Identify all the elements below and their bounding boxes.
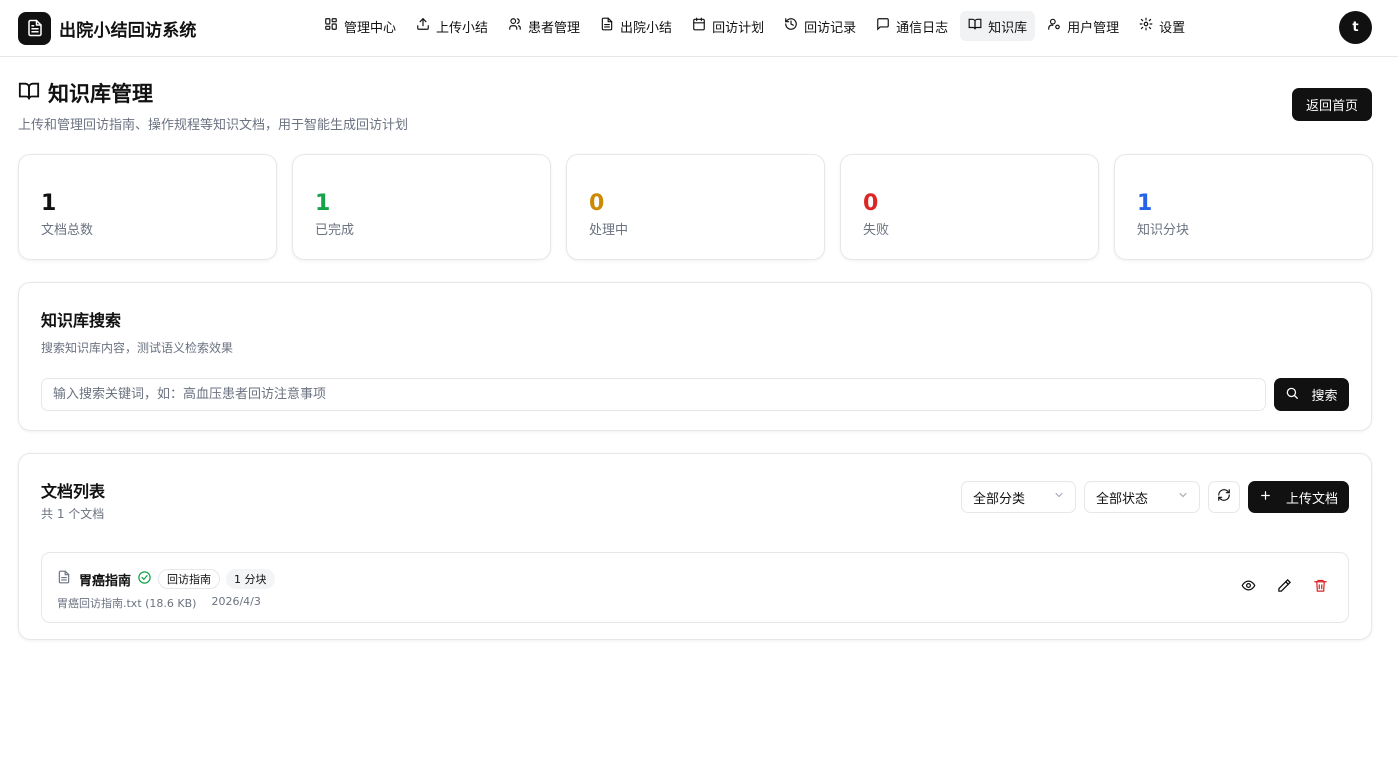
nav-item-label: 设置 [1159,20,1186,36]
stat-value: 1 [315,191,331,216]
search-card-description: 搜索知识库内容，测试语义检索效果 [41,341,234,355]
brand[interactable]: 出院小结回访系统 [18,11,197,45]
nav-item-label: 出院小结 [620,20,673,36]
stat-card-failed: 0 失败 [840,154,1099,260]
document-list-card: 文档列表 共 1 个文档 全部分类 全部状态 上传文档 胃癌指南 回访指南 1 … [18,453,1372,640]
back-home-button[interactable]: 返回首页 [1291,88,1372,121]
nav-item-discharge-summary[interactable]: 出院小结 [592,11,680,41]
document-file-info: 胃癌回访指南.txt (18.6 KB) [57,597,197,610]
app-logo-icon [18,11,51,45]
stat-label: 失败 [863,223,890,238]
category-tag: 回访指南 [158,569,221,589]
category-filter-select[interactable]: 全部分类 [961,481,1076,513]
stat-label: 文档总数 [41,223,94,238]
page-subtitle: 上传和管理回访指南、操作规程等知识文档，用于智能生成回访计划 [18,118,409,133]
app-title: 出院小结回访系统 [59,20,197,41]
stat-value: 1 [41,191,57,216]
upload-icon [416,17,430,35]
nav-item-upload[interactable]: 上传小结 [408,11,496,41]
nav-item-label: 患者管理 [528,20,581,36]
nav-item-followup-plan[interactable]: 回访计划 [684,11,772,41]
edit-icon[interactable] [1276,577,1292,593]
refresh-icon [1217,488,1231,506]
nav-item-settings[interactable]: 设置 [1131,11,1193,41]
gear-icon [1139,17,1153,35]
nav-item-label: 用户管理 [1067,20,1120,36]
view-icon[interactable] [1240,577,1256,593]
delete-icon[interactable] [1312,577,1328,593]
status-filter-value: 全部状态 [1096,491,1149,507]
chevron-down-icon [1177,489,1189,505]
nav-item-knowledge-base[interactable]: 知识库 [960,11,1036,41]
main-nav: 管理中心 上传小结 患者管理 出院小结 回访计划 回访记录 通信日志 知识库 用… [316,11,1193,41]
nav-item-dashboard[interactable]: 管理中心 [316,11,404,41]
page-title: 知识库管理 [48,82,153,106]
nav-item-label: 回访计划 [712,20,765,36]
document-list-title: 文档列表 [41,482,106,501]
stat-card-total: 1 文档总数 [18,154,277,260]
calendar-icon [692,17,706,35]
chunks-badge: 1 分块 [226,569,275,589]
nav-item-followup-records[interactable]: 回访记录 [776,11,864,41]
stat-label: 已完成 [315,223,355,238]
nav-item-label: 知识库 [988,20,1028,36]
file-icon [57,570,71,588]
stats-row: 1 文档总数 1 已完成 0 处理中 0 失败 1 知识分块 [18,154,1373,260]
nav-item-label: 通信日志 [896,20,949,36]
search-input[interactable] [41,378,1266,411]
stat-value: 0 [589,191,605,216]
nav-item-label: 上传小结 [436,20,489,36]
check-circle-icon [137,570,152,589]
user-avatar[interactable]: t [1339,11,1372,44]
document-name: 胃癌指南 [79,573,132,589]
search-card-title: 知识库搜索 [41,311,122,330]
category-filter-value: 全部分类 [973,491,1026,507]
stat-card-completed: 1 已完成 [292,154,551,260]
document-count: 共 1 个文档 [41,507,105,521]
stat-label: 处理中 [589,223,629,238]
nav-item-patients[interactable]: 患者管理 [500,11,588,41]
upload-document-button[interactable]: 上传文档 [1248,481,1349,513]
nav-item-comm-log[interactable]: 通信日志 [868,11,956,41]
search-icon [1285,386,1299,404]
chevron-down-icon [1053,489,1065,505]
book-icon [18,80,40,106]
status-filter-select[interactable]: 全部状态 [1084,481,1200,513]
upload-button-label: 上传文档 [1285,491,1338,507]
book-icon [968,17,982,35]
page-header: 知识库管理 上传和管理回访指南、操作规程等知识文档，用于智能生成回访计划 返回首… [18,78,1372,133]
document-row[interactable]: 胃癌指南 回访指南 1 分块 胃癌回访指南.txt (18.6 KB) 2026… [41,552,1349,623]
nav-item-label: 回访记录 [804,20,857,36]
history-icon [784,17,798,35]
dashboard-icon [324,17,338,35]
refresh-button[interactable] [1208,481,1240,513]
top-nav-bar: 出院小结回访系统 管理中心 上传小结 患者管理 出院小结 回访计划 回访记录 通… [0,0,1398,57]
stat-card-processing: 0 处理中 [566,154,825,260]
knowledge-search-card: 知识库搜索 搜索知识库内容，测试语义检索效果 搜索 [18,282,1372,431]
stat-value: 1 [1137,191,1153,216]
users-icon [508,17,522,35]
plus-icon [1259,489,1272,506]
user-settings-icon [1047,17,1061,35]
search-button-label: 搜索 [1311,389,1338,404]
stat-value: 0 [863,191,879,216]
nav-item-label: 管理中心 [344,20,397,36]
stat-label: 知识分块 [1137,223,1190,238]
message-icon [876,17,890,35]
nav-item-user-management[interactable]: 用户管理 [1039,11,1127,41]
document-icon [600,17,614,35]
stat-card-chunks: 1 知识分块 [1114,154,1373,260]
document-date: 2026/4/3 [211,595,261,608]
search-button[interactable]: 搜索 [1274,378,1349,411]
